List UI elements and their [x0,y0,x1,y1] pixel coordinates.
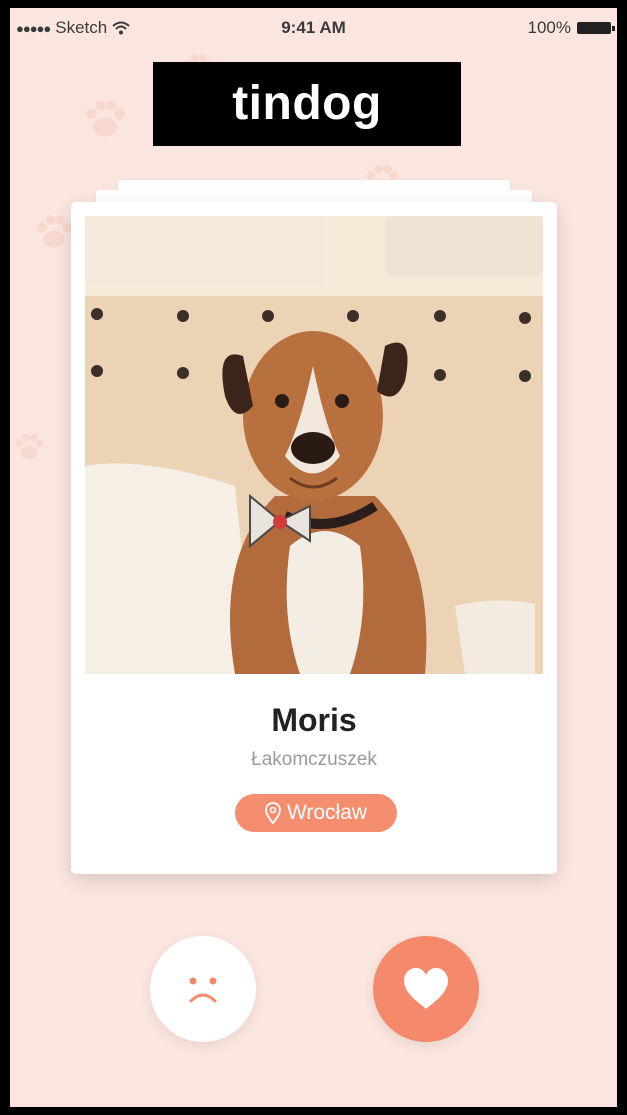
status-bar: ●●●●● Sketch 9:41 AM 100% [10,8,617,46]
location-badge[interactable]: Wrocław [235,794,397,832]
battery-percent: 100% [527,18,571,37]
sad-face-icon [189,977,217,1003]
app-screen: ●●●●● Sketch 9:41 AM 100% tindog Moris Ł… [10,8,617,1107]
dislike-button[interactable] [150,936,256,1042]
device-frame: ●●●●● Sketch 9:41 AM 100% tindog Moris Ł… [0,0,627,1115]
location-pin-icon [265,802,281,824]
battery-icon [577,22,615,34]
profile-name: Moris [271,702,357,738]
paw-print-icon [86,100,126,137]
location-label: Wrocław [286,801,368,824]
heart-icon [404,968,448,1009]
app-logo: tindog [153,62,461,146]
dog-photo-image [85,216,543,674]
profile-photo [85,216,543,674]
profile-nickname: Łakomczuszek [251,749,377,770]
like-button[interactable] [373,936,479,1042]
paw-print-icon [15,433,44,460]
status-time: 9:41 AM [281,18,346,37]
profile-card[interactable]: Moris Łakomczuszek Wrocław [71,202,557,874]
status-right: 100% [527,18,615,38]
